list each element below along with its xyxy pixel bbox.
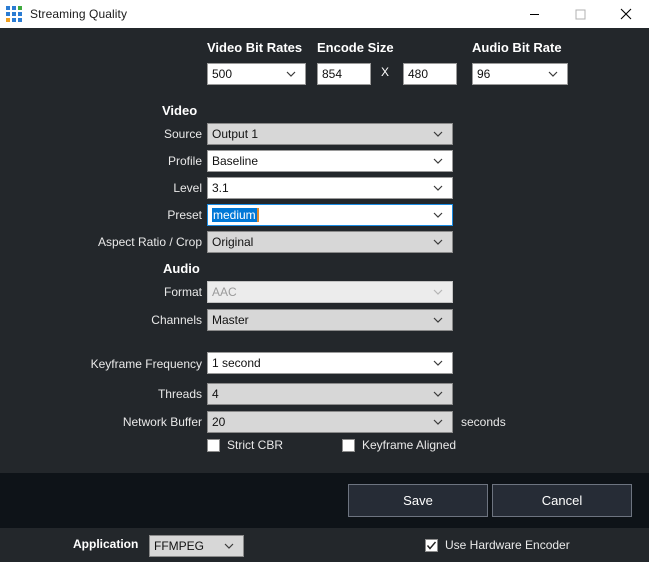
- bottom-bar: Application FFMPEG Use Hardware Encoder: [0, 528, 649, 562]
- video-bit-rates-header: Video Bit Rates: [207, 40, 303, 55]
- dialog-button-strip: Save Cancel: [0, 473, 649, 528]
- aspect-ratio-crop-value: Original: [212, 235, 254, 249]
- top-fields-row: 500 854 X 480 96: [0, 63, 649, 87]
- use-hardware-encoder-label: Use Hardware Encoder: [445, 538, 570, 552]
- label-aspect-ratio-crop: Aspect Ratio / Crop: [97, 235, 202, 249]
- icon-cell: [12, 12, 16, 16]
- strict-cbr-label: Strict CBR: [227, 438, 284, 452]
- keyframe-frequency-value: 1 second: [212, 356, 261, 370]
- strict-cbr-checkbox-row[interactable]: Strict CBR: [207, 438, 283, 452]
- icon-cell: [18, 18, 22, 22]
- profile-value: Baseline: [212, 154, 259, 168]
- preset-value-wrapper: medium: [212, 208, 431, 222]
- aspect-ratio-crop-combobox[interactable]: Original: [207, 231, 453, 253]
- label-profile: Profile: [167, 154, 202, 168]
- format-combobox: AAC: [207, 281, 453, 303]
- use-hardware-encoder-row[interactable]: Use Hardware Encoder: [425, 538, 570, 552]
- icon-cell: [6, 12, 10, 16]
- text-caret: [256, 208, 259, 222]
- dialog-body: Video Bit Rates Encode Size Audio Bit Ra…: [0, 28, 649, 473]
- level-value: 3.1: [212, 181, 229, 195]
- label-keyframe-frequency: Keyframe Frequency: [90, 357, 202, 371]
- chevron-down-icon: [431, 235, 445, 249]
- chevron-down-icon: [431, 356, 445, 370]
- strict-cbr-checkbox[interactable]: [207, 438, 220, 452]
- icon-cell: [18, 6, 22, 10]
- preset-value: medium: [212, 208, 257, 222]
- chevron-down-icon: [431, 415, 445, 429]
- label-threads: Threads: [157, 387, 202, 401]
- keyframe-aligned-checkbox[interactable]: [342, 438, 355, 452]
- channels-combobox[interactable]: Master: [207, 309, 453, 331]
- window-controls: [511, 0, 649, 28]
- channels-value: Master: [212, 313, 249, 327]
- label-format: Format: [163, 285, 202, 299]
- chevron-down-icon: [431, 208, 445, 222]
- use-hardware-encoder-checkbox[interactable]: [425, 538, 438, 552]
- label-level: Level: [173, 181, 202, 195]
- profile-combobox[interactable]: Baseline: [207, 150, 453, 172]
- encode-height-value: 480: [408, 67, 429, 81]
- top-headers: Video Bit Rates Encode Size Audio Bit Ra…: [0, 40, 649, 60]
- audio-bit-rate-combobox[interactable]: 96: [472, 63, 568, 85]
- minimize-icon[interactable]: [511, 0, 557, 28]
- chevron-down-icon: [431, 127, 445, 141]
- application-value: FFMPEG: [154, 539, 204, 553]
- chevron-down-icon: [284, 67, 298, 81]
- video-section-title: Video: [162, 103, 198, 118]
- icon-cell: [12, 18, 16, 22]
- title-bar: Streaming Quality: [0, 0, 649, 28]
- label-network-buffer: Network Buffer: [122, 415, 202, 429]
- preset-combobox[interactable]: medium: [207, 204, 453, 226]
- network-buffer-combobox[interactable]: 20: [207, 411, 453, 433]
- application-combobox[interactable]: FFMPEG: [149, 535, 244, 557]
- source-combobox[interactable]: Output 1: [207, 123, 453, 145]
- cancel-button[interactable]: Cancel: [492, 484, 632, 517]
- network-buffer-value: 20: [212, 415, 226, 429]
- chevron-down-icon: [431, 154, 445, 168]
- label-channels: Channels: [151, 313, 202, 327]
- chevron-down-icon: [222, 539, 236, 553]
- icon-cell: [6, 18, 10, 22]
- network-buffer-units: seconds: [461, 415, 506, 429]
- video-bit-rate-value: 500: [212, 67, 233, 81]
- chevron-down-icon: [431, 285, 445, 299]
- app-grid-icon: [6, 6, 22, 22]
- encode-width-input[interactable]: 854: [317, 63, 371, 85]
- label-preset: Preset: [167, 208, 202, 222]
- icon-cell: [18, 12, 22, 16]
- encode-height-input[interactable]: 480: [403, 63, 457, 85]
- encode-size-separator: X: [381, 65, 390, 79]
- encode-size-header: Encode Size: [317, 40, 394, 55]
- video-bit-rate-combobox[interactable]: 500: [207, 63, 306, 85]
- streaming-quality-dialog: Streaming Quality Video Bit Rates Encode…: [0, 0, 649, 562]
- chevron-down-icon: [431, 313, 445, 327]
- threads-combobox[interactable]: 4: [207, 383, 453, 405]
- audio-bit-rate-value: 96: [477, 67, 491, 81]
- close-icon[interactable]: [603, 0, 649, 28]
- keyframe-frequency-combobox[interactable]: 1 second: [207, 352, 453, 374]
- maximize-icon[interactable]: [557, 0, 603, 28]
- save-button[interactable]: Save: [348, 484, 488, 517]
- audio-bit-rate-header: Audio Bit Rate: [472, 40, 562, 55]
- format-value: AAC: [212, 285, 237, 299]
- threads-value: 4: [212, 387, 219, 401]
- window-title: Streaming Quality: [30, 7, 128, 21]
- label-source: Source: [163, 127, 202, 141]
- chevron-down-icon: [546, 67, 560, 81]
- chevron-down-icon: [431, 387, 445, 401]
- audio-section-title: Audio: [163, 261, 200, 276]
- icon-cell: [6, 6, 10, 10]
- keyframe-aligned-label: Keyframe Aligned: [362, 438, 457, 452]
- encode-width-value: 854: [322, 67, 343, 81]
- source-value: Output 1: [212, 127, 259, 141]
- chevron-down-icon: [431, 181, 445, 195]
- application-label: Application: [73, 537, 139, 551]
- level-combobox[interactable]: 3.1: [207, 177, 453, 199]
- keyframe-aligned-checkbox-row[interactable]: Keyframe Aligned: [342, 438, 456, 452]
- icon-cell: [12, 6, 16, 10]
